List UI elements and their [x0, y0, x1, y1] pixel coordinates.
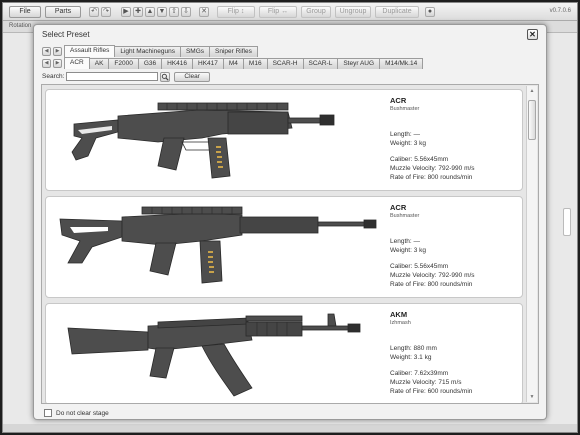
preset-info: ACR Bushmaster Length: — Weight: 3 kg Ca…	[390, 96, 520, 182]
status-strip	[3, 424, 577, 432]
scroll-up-icon[interactable]: ▲	[528, 87, 536, 95]
scroll-thumb[interactable]	[528, 100, 536, 140]
acr-rifle-image	[71, 102, 335, 179]
search-label: Search:	[42, 73, 65, 80]
ungroup-button[interactable]: Ungroup	[335, 6, 371, 18]
preset-card[interactable]: ACR Bushmaster Length: — Weight: 3 kg Ca…	[45, 196, 523, 298]
preset-name: AKM	[390, 310, 408, 319]
preset-rate: Rate of Fire: 600 rounds/min	[390, 388, 473, 395]
tab-ak[interactable]: AK	[88, 58, 110, 69]
tab-g36[interactable]: G36	[137, 58, 163, 69]
preset-weight: Weight: 3 kg	[390, 247, 427, 254]
delete-icon[interactable]: ✕	[199, 7, 209, 17]
lock-icon[interactable]: ●	[425, 7, 435, 17]
preset-card[interactable]: AKM Izhmash Length: 880 mm Weight: 3.1 k…	[45, 303, 523, 403]
duplicate-button[interactable]: Duplicate	[375, 6, 419, 18]
preset-name: ACR	[390, 96, 407, 105]
group-button[interactable]: Group	[301, 6, 331, 18]
undo-icon[interactable]: ↶	[89, 7, 99, 17]
preset-length: Length: 880 mm	[390, 345, 437, 352]
tab-steyr-aug[interactable]: Steyr AUG	[337, 58, 381, 69]
preset-list[interactable]: ACR Bushmaster Length: — Weight: 3 kg Ca…	[41, 84, 539, 404]
preset-length: Length: —	[390, 131, 420, 138]
preset-length: Length: —	[390, 238, 420, 245]
preset-rate: Rate of Fire: 800 rounds/min	[390, 174, 473, 181]
parts-menu-button[interactable]: Parts	[45, 6, 81, 18]
tab-acr[interactable]: ACR	[64, 57, 90, 69]
dialog-title: Select Preset	[42, 30, 90, 39]
scroll-down-icon[interactable]: ▼	[528, 393, 536, 401]
select-tool-icon[interactable]: ▶	[121, 7, 131, 17]
preset-velocity: Muzzle Velocity: 792-990 m/s	[390, 272, 475, 279]
do-not-clear-stage-checkbox[interactable]	[44, 409, 52, 417]
tab-hk417[interactable]: HK417	[192, 58, 224, 69]
model-tab-row: ◀ ▶ ACR AK F2000 G36 HK416 HK417 M4 M16 …	[42, 57, 424, 69]
select-preset-dialog: Select Preset ✕ ◀ ▶ Assault Rifles Light…	[33, 24, 547, 420]
close-icon[interactable]: ✕	[527, 29, 538, 40]
search-icon	[162, 73, 170, 81]
search-row: Search: Clear	[42, 71, 210, 82]
rotation-label: Rotation	[9, 23, 32, 29]
flip-horizontal-button[interactable]: Flip ↔	[259, 6, 297, 18]
arrow-left-icon[interactable]: ◀	[42, 58, 51, 68]
tab-hk416[interactable]: HK416	[161, 58, 194, 69]
canvas-scrollbar[interactable]	[563, 208, 571, 236]
tab-smgs[interactable]: SMGs	[179, 46, 211, 57]
preset-rate: Rate of Fire: 800 rounds/min	[390, 281, 473, 288]
clear-button[interactable]: Clear	[174, 71, 210, 82]
redo-icon[interactable]: ↷	[101, 7, 111, 17]
preset-name: ACR	[390, 203, 407, 212]
layer-bottom-icon[interactable]: ⇩	[181, 7, 191, 17]
akm-rifle-image	[67, 313, 361, 397]
app-toolbar: File Parts ↶ ↷ ▶ ✚ ▲ ▼ ⇧ ⇩ ✕ Flip ↕ Flip…	[3, 3, 577, 21]
tab-m14-mk14[interactable]: M14/Mk.14	[379, 58, 424, 69]
search-button[interactable]	[160, 71, 171, 82]
tab-scar-h[interactable]: SCAR-H	[266, 58, 304, 69]
tab-light-machineguns[interactable]: Light Machineguns	[114, 46, 181, 57]
layer-down-icon[interactable]: ▼	[157, 7, 167, 17]
dialog-footer: Do not clear stage	[44, 409, 109, 417]
move-tool-icon[interactable]: ✚	[133, 7, 143, 17]
preset-info: AKM Izhmash Length: 880 mm Weight: 3.1 k…	[390, 310, 520, 396]
preset-card[interactable]: ACR Bushmaster Length: — Weight: 3 kg Ca…	[45, 89, 523, 191]
arrow-right-icon[interactable]: ▶	[53, 46, 62, 56]
preset-weight: Weight: 3.1 kg	[390, 354, 432, 361]
flip-vertical-button[interactable]: Flip ↕	[217, 6, 255, 18]
file-menu-button[interactable]: File	[9, 6, 41, 18]
preset-list-scrollbar[interactable]: ▲ ▼	[526, 86, 537, 402]
tab-scar-l[interactable]: SCAR-L	[302, 58, 339, 69]
tab-f2000[interactable]: F2000	[108, 58, 139, 69]
tab-assault-rifles[interactable]: Assault Rifles	[64, 45, 116, 57]
preset-velocity: Muzzle Velocity: 792-990 m/s	[390, 165, 475, 172]
arrow-right-icon[interactable]: ▶	[53, 58, 62, 68]
layer-up-icon[interactable]: ▲	[145, 7, 155, 17]
arrow-left-icon[interactable]: ◀	[42, 46, 51, 56]
search-input[interactable]	[66, 72, 159, 81]
preset-info: ACR Bushmaster Length: — Weight: 3 kg Ca…	[390, 203, 520, 289]
preset-velocity: Muzzle Velocity: 715 m/s	[390, 379, 462, 386]
category-tab-row: ◀ ▶ Assault Rifles Light Machineguns SMG…	[42, 45, 258, 57]
preset-caliber: Caliber: 5.56x45mm	[390, 156, 449, 163]
version-label: v0.7.0.6	[549, 8, 571, 14]
tab-m4[interactable]: M4	[222, 58, 244, 69]
tab-m16[interactable]: M16	[242, 58, 268, 69]
preset-weight: Weight: 3 kg	[390, 140, 427, 147]
layer-top-icon[interactable]: ⇧	[169, 7, 179, 17]
tab-sniper-rifles[interactable]: Sniper Rifles	[209, 46, 258, 57]
acr-long-rifle-image	[59, 206, 377, 284]
preset-caliber: Caliber: 7.62x39mm	[390, 370, 449, 377]
preset-caliber: Caliber: 5.56x45mm	[390, 263, 449, 270]
do-not-clear-stage-label: Do not clear stage	[56, 409, 109, 417]
